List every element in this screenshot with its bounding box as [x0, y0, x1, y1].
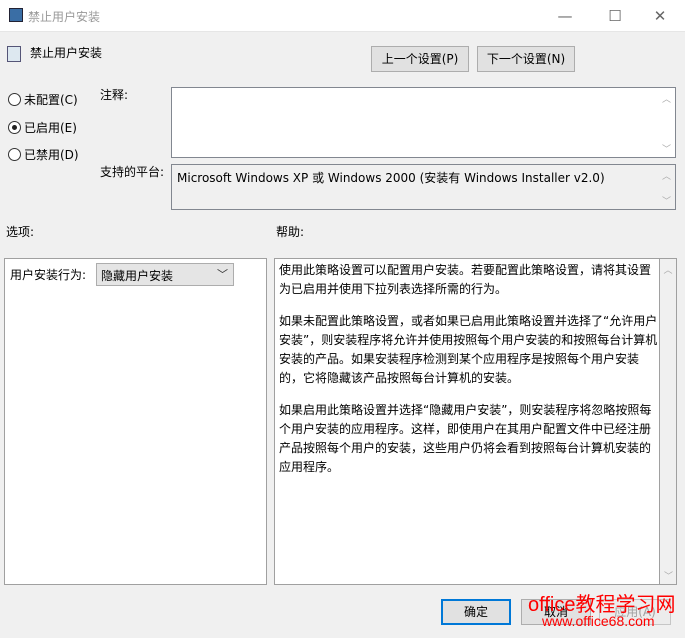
- platform-value: Microsoft Windows XP 或 Windows 2000 (安装有…: [177, 171, 605, 185]
- platform-label: 支持的平台:: [100, 165, 165, 179]
- close-icon[interactable]: ✕: [645, 6, 675, 26]
- chevron-down-icon: ﹀: [217, 268, 228, 281]
- comment-scrollbar[interactable]: ︿ ﹀: [658, 88, 675, 157]
- app-icon: [9, 8, 23, 22]
- radio-label: 未配置(C): [24, 93, 78, 107]
- help-panel: 使用此策略设置可以配置用户安装。若要配置此策略设置，请将其设置为已启用并使用下拉…: [274, 258, 677, 585]
- radio-disabled[interactable]: 已禁用(D): [8, 146, 79, 163]
- radio-circle[interactable]: [8, 121, 21, 134]
- radio-circle[interactable]: [8, 148, 21, 161]
- radio-enabled[interactable]: 已启用(E): [8, 119, 77, 136]
- radio-label: 已禁用(D): [24, 148, 79, 162]
- minimize-icon[interactable]: —: [550, 6, 580, 26]
- comment-label: 注释:: [100, 88, 129, 102]
- platform-scrollbar[interactable]: ︿ ﹀: [658, 165, 675, 209]
- platform-field: Microsoft Windows XP 或 Windows 2000 (安装有…: [171, 164, 676, 210]
- radio-circle[interactable]: [8, 93, 21, 106]
- help-paragraph: 如果启用此策略设置并选择“隐藏用户安装”，则安装程序将忽略按照每个用户安装的应用…: [279, 403, 652, 474]
- help-label: 帮助:: [276, 225, 305, 239]
- help-paragraph: 如果未配置此策略设置，或者如果已启用此策略设置并选择了“允许用户安装”，则安装程…: [279, 314, 658, 385]
- policy-name: 禁止用户安装: [30, 46, 103, 60]
- policy-icon: [7, 46, 21, 62]
- install-behavior-dropdown[interactable]: 隐藏用户安装 ﹀: [96, 263, 234, 286]
- install-behavior-label: 用户安装行为:: [10, 268, 87, 282]
- help-paragraph: 使用此策略设置可以配置用户安装。若要配置此策略设置，请将其设置为已启用并使用下拉…: [279, 263, 652, 296]
- options-panel: 用户安装行为: 隐藏用户安装 ﹀: [4, 258, 267, 585]
- radio-label: 已启用(E): [24, 121, 77, 135]
- dropdown-value: 隐藏用户安装: [101, 269, 174, 283]
- options-label: 选项:: [6, 225, 35, 239]
- window-title: 禁止用户安装: [28, 10, 101, 24]
- radio-not-configured[interactable]: 未配置(C): [8, 91, 78, 108]
- title-bar: 禁止用户安装 — ☐ ✕: [0, 0, 685, 32]
- prev-setting-button[interactable]: 上一个设置(P): [371, 46, 469, 72]
- ok-button[interactable]: 确定: [441, 599, 511, 625]
- maximize-icon[interactable]: ☐: [600, 6, 630, 26]
- watermark-url: www.office68.com: [542, 613, 655, 629]
- next-setting-button[interactable]: 下一个设置(N): [477, 46, 575, 72]
- help-scrollbar[interactable]: ︿ ﹀: [659, 259, 676, 584]
- comment-input[interactable]: ︿ ﹀: [171, 87, 676, 158]
